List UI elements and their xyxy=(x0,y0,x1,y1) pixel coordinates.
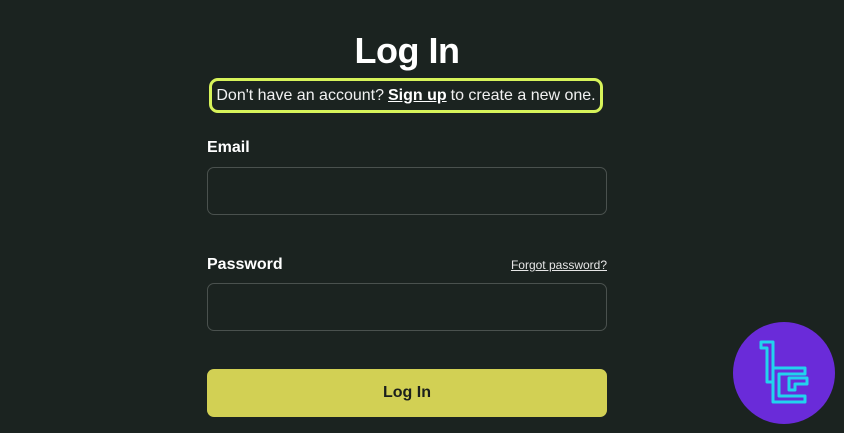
login-button[interactable]: Log In xyxy=(207,369,607,417)
signup-prompt: Don't have an account? Sign up to create… xyxy=(209,78,603,113)
login-page: Log In Don't have an account? Sign up to… xyxy=(0,0,844,433)
email-label: Email xyxy=(207,139,250,156)
forgot-password-link[interactable]: Forgot password? xyxy=(511,258,607,272)
tc-logo-icon xyxy=(759,340,809,404)
email-field[interactable] xyxy=(207,167,607,215)
password-label: Password xyxy=(207,256,283,273)
signup-prompt-prefix: Don't have an account? xyxy=(216,86,384,104)
page-title: Log In xyxy=(354,30,460,71)
signup-prompt-suffix: to create a new one. xyxy=(450,86,596,104)
brand-badge xyxy=(733,322,835,424)
password-field[interactable] xyxy=(207,283,607,331)
signup-link[interactable]: Sign up xyxy=(388,87,447,105)
